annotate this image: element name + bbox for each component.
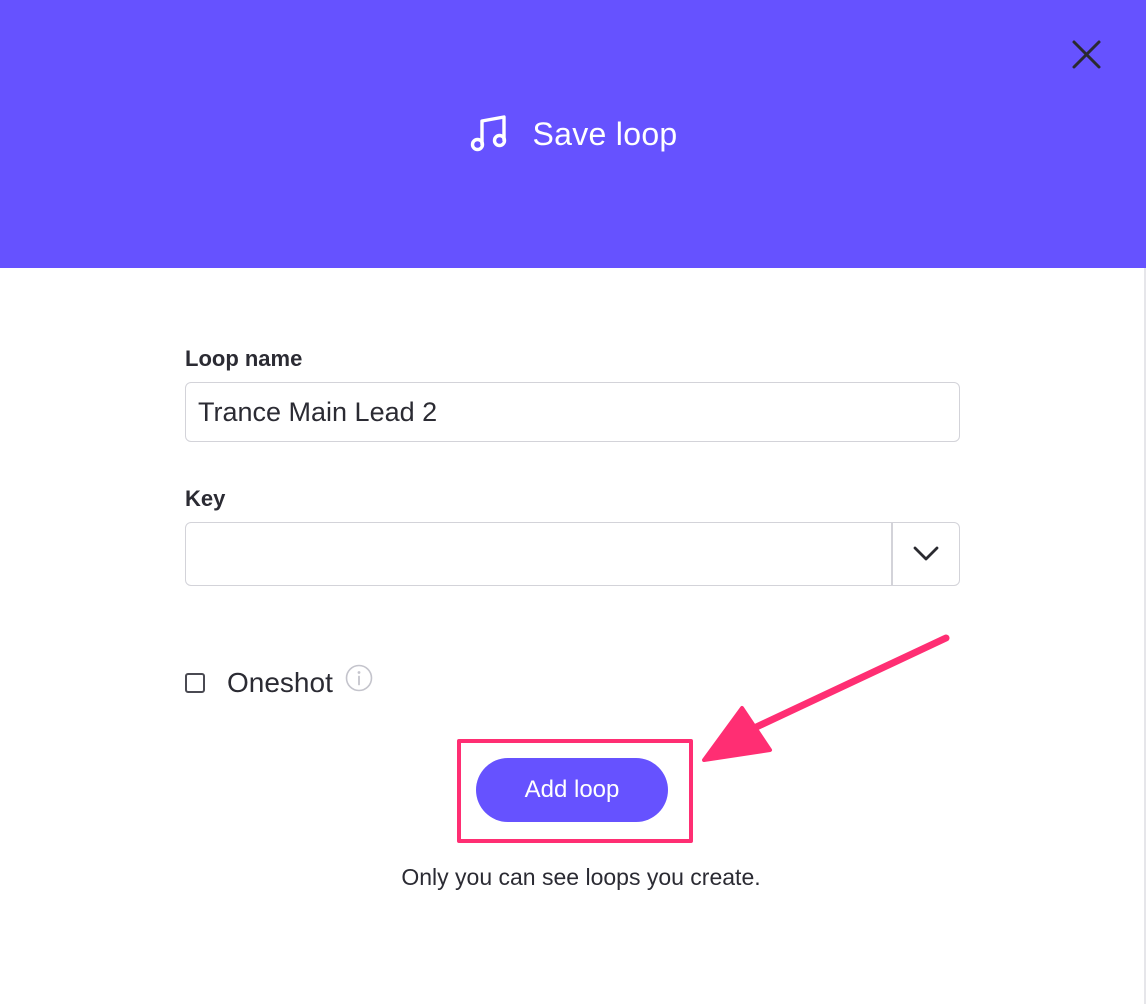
info-icon[interactable] bbox=[345, 664, 373, 692]
arrow-icon bbox=[702, 634, 950, 762]
close-icon bbox=[1072, 40, 1101, 69]
chevron-down-icon[interactable] bbox=[912, 543, 940, 565]
add-loop-button[interactable]: Add loop bbox=[476, 758, 668, 822]
dialog-title-group: Save loop bbox=[0, 106, 1146, 162]
close-button[interactable] bbox=[1064, 34, 1108, 78]
music-note-icon bbox=[471, 115, 507, 152]
loop-name-input[interactable] bbox=[185, 382, 960, 442]
dialog-title: Save loop bbox=[532, 115, 678, 152]
loop-form: Loop name Key bbox=[185, 346, 960, 586]
oneshot-checkbox[interactable] bbox=[185, 673, 205, 693]
privacy-note: Only you can see loops you create. bbox=[401, 864, 761, 890]
loop-name-label: Loop name bbox=[185, 346, 303, 371]
oneshot-row: Oneshot bbox=[185, 660, 373, 706]
oneshot-label[interactable]: Oneshot bbox=[227, 667, 333, 699]
key-select-divider bbox=[891, 523, 893, 585]
key-label: Key bbox=[185, 486, 226, 511]
dialog-header: Save loop bbox=[0, 0, 1146, 268]
save-loop-dialog: Save loop Loop name Key Oneshot Add loop… bbox=[0, 0, 1146, 1004]
key-select[interactable] bbox=[185, 522, 960, 586]
